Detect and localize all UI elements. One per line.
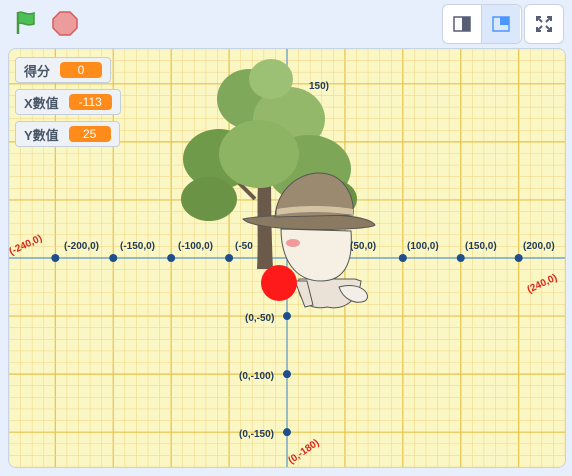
monitor-value: 25 <box>68 126 111 142</box>
green-flag-button[interactable] <box>10 8 40 38</box>
fullscreen-icon <box>536 16 552 32</box>
x-axis-label: (-100,0) <box>178 241 213 252</box>
stage-size-toggle <box>442 4 522 44</box>
x-axis-point <box>514 254 523 262</box>
monitor-label: 得分 <box>24 63 51 79</box>
left-corner-label: (-240,0) <box>9 233 44 258</box>
top-axis-label: 150) <box>309 81 329 92</box>
fullscreen-button[interactable] <box>524 4 564 44</box>
x-axis-point <box>51 254 60 262</box>
y-axis-point <box>283 312 291 321</box>
x-axis-point <box>109 254 118 262</box>
bottom-corner-label: (0,-180) <box>286 437 321 466</box>
red-ball-sprite[interactable] <box>261 265 297 301</box>
stage[interactable]: (-200,0) (-150,0) (-100,0) (-50 (50,0) (… <box>8 48 566 468</box>
x-axis-point <box>225 254 234 262</box>
x-axis-label: (-50 <box>235 241 253 252</box>
y-value-monitor[interactable]: Y數值 25 <box>15 121 120 147</box>
x-axis-label: (-150,0) <box>120 241 155 252</box>
stop-sign-icon <box>52 11 78 36</box>
x-axis-label: (50,0) <box>350 241 376 252</box>
x-value-monitor[interactable]: X數值 -113 <box>15 89 121 115</box>
x-axis-label: (100,0) <box>407 241 439 252</box>
normal-stage-button[interactable] <box>481 5 520 43</box>
x-axis-point <box>456 254 465 262</box>
x-axis-point <box>398 254 407 262</box>
y-axis-point <box>283 428 291 437</box>
monitor-value: -113 <box>68 94 112 110</box>
x-axis-point <box>167 254 176 262</box>
x-axis-label: (150,0) <box>465 241 497 252</box>
green-flag-icon <box>16 11 35 34</box>
stop-button[interactable] <box>50 8 80 38</box>
monitor-label: X數值 <box>24 95 59 111</box>
x-axis-label: (200,0) <box>523 241 555 252</box>
y-axis-label: (0,-150) <box>239 429 274 440</box>
small-stage-layout-icon <box>453 16 471 32</box>
stage-header <box>0 0 572 46</box>
right-corner-label: (240,0) <box>526 272 559 295</box>
small-stage-button[interactable] <box>443 5 481 43</box>
y-axis-label: (0,-100) <box>239 371 274 382</box>
x-axis-label: (-200,0) <box>64 241 99 252</box>
y-axis-label: (0,-50) <box>245 313 274 324</box>
y-axis-point <box>283 370 291 379</box>
monitor-label: Y數值 <box>24 127 59 143</box>
score-monitor[interactable]: 得分 0 <box>15 57 112 83</box>
normal-stage-layout-icon <box>492 16 510 32</box>
monitor-value: 0 <box>60 62 103 78</box>
